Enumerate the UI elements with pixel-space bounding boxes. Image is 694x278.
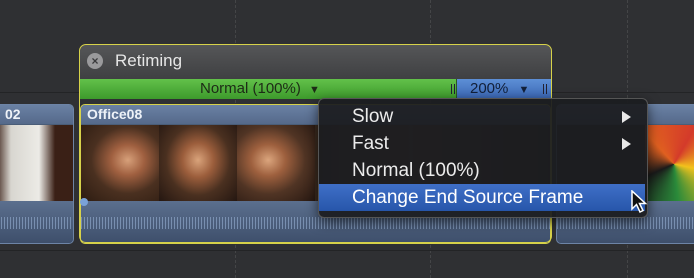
timeline-track-divider [0, 250, 694, 251]
clip-thumbnail [645, 125, 694, 203]
clip-titlebar: 02 [0, 105, 73, 124]
clip-name: 02 [5, 106, 21, 122]
menu-item-fast[interactable]: Fast [319, 130, 645, 157]
retiming-speed-menu: Slow Fast Normal (100%) Change End Sourc… [318, 98, 648, 218]
clip-thumbnail [0, 125, 73, 203]
submenu-arrow-icon [622, 138, 631, 150]
audio-waveform [0, 201, 73, 243]
clip-left-partial[interactable]: 02 [0, 104, 74, 244]
menu-item-normal[interactable]: Normal (100%) [319, 157, 645, 184]
menu-item-change-end-source-frame[interactable]: Change End Source Frame [319, 184, 645, 211]
mouse-cursor-icon [631, 190, 648, 214]
playhead-marker [80, 198, 88, 206]
menu-item-slow[interactable]: Slow [319, 103, 645, 130]
submenu-arrow-icon [622, 111, 631, 123]
